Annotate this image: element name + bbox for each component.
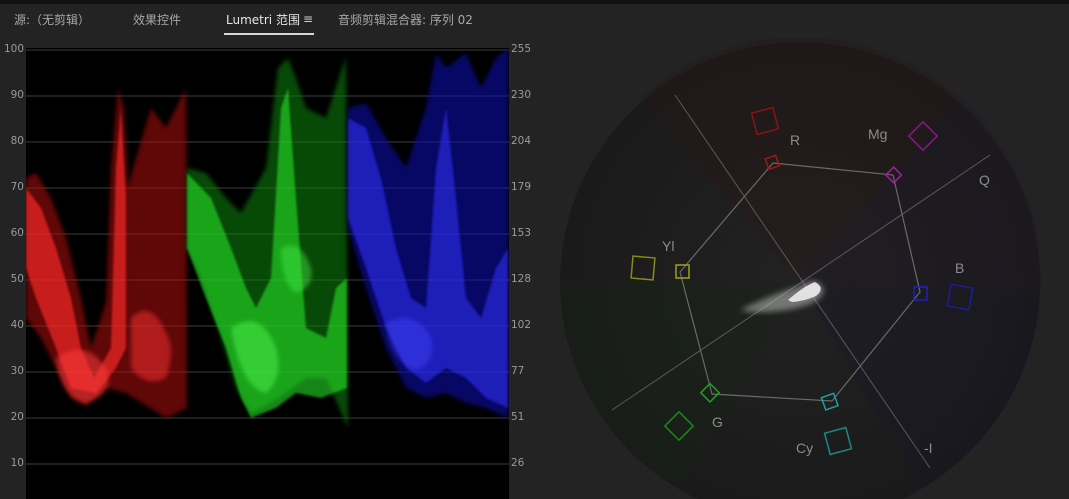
ire-label: 80 (10, 135, 24, 147)
label-q-axis: Q (979, 172, 990, 188)
tab-audio-clip-mixer[interactable]: 音频剪辑混合器: 序列 02 (338, 11, 473, 28)
code-value-label: 77 (511, 365, 525, 377)
vectorscope: R Mg B Cy G Yl Q -I (560, 38, 1041, 499)
ire-label: 30 (10, 365, 24, 377)
tab-lumetri-scopes[interactable]: Lumetri 范围 (226, 11, 300, 28)
code-value-label: 102 (511, 319, 532, 331)
code-value-label: 26 (511, 457, 525, 469)
label-blue: B (955, 260, 964, 276)
code-value-label: 128 (511, 273, 532, 285)
ire-label: 40 (10, 319, 24, 331)
tab-effect-controls[interactable]: 效果控件 (133, 11, 181, 28)
code-value-label: 255 (511, 43, 532, 55)
hamburger-menu-icon[interactable]: ≡ (303, 12, 313, 26)
label-red: R (790, 132, 800, 148)
ire-label: 60 (10, 227, 24, 239)
ire-label: 100 (3, 43, 24, 55)
panel-tab-bar: 源:（无剪辑） 效果控件 Lumetri 范围 ≡ 音频剪辑混合器: 序列 02 (0, 4, 1069, 35)
ire-label: 70 (10, 181, 24, 193)
code-value-label: 153 (511, 227, 532, 239)
label-magenta: Mg (868, 126, 887, 142)
active-tab-indicator (224, 33, 314, 35)
code-value-label: 204 (511, 135, 532, 147)
ire-label: 90 (10, 89, 24, 101)
code-value-label: 179 (511, 181, 532, 193)
tab-source[interactable]: 源:（无剪辑） (14, 11, 90, 28)
label-green: G (712, 414, 723, 430)
ire-label: 10 (10, 457, 24, 469)
code-value-label: 51 (511, 411, 525, 423)
label-cyan: Cy (796, 440, 813, 456)
ire-label: 20 (10, 411, 24, 423)
label-yellow: Yl (662, 238, 674, 254)
rgb-parade-waveform (26, 48, 509, 499)
code-value-label: 230 (511, 89, 532, 101)
label-i-axis: -I (924, 440, 933, 456)
ire-label: 50 (10, 273, 24, 285)
